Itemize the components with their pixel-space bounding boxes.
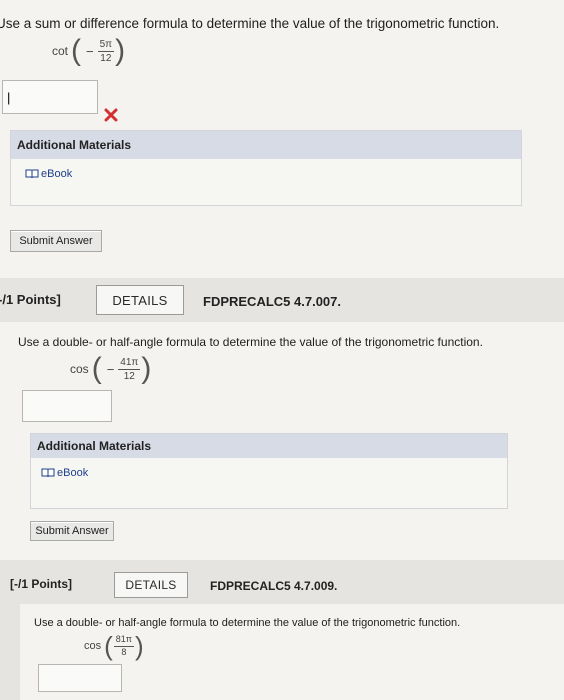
ebook-label: eBook — [41, 168, 73, 180]
question-3-prompt: Use a double- or half-angle formula to d… — [34, 617, 461, 629]
question-2-answer-input[interactable] — [22, 390, 112, 422]
question-3-details-button[interactable]: DETAILS — [114, 572, 188, 598]
question-1-additional-materials: Additional Materials — [10, 130, 522, 206]
fraction: 5π 12 — [97, 38, 115, 64]
numerator: 81π — [113, 634, 135, 647]
left-paren: ( — [71, 34, 82, 67]
question-2-ebook-link[interactable]: eBook — [41, 467, 88, 479]
ebook-label: eBook — [57, 467, 89, 479]
question-3-answer-input[interactable] — [38, 664, 122, 692]
numerator: 5π — [97, 38, 115, 52]
left-paren: ( — [104, 631, 113, 661]
book-icon — [41, 468, 55, 478]
question-1-submit-button[interactable]: Submit Answer — [10, 230, 102, 252]
incorrect-icon — [104, 108, 118, 127]
question-2-details-button[interactable]: DETAILS — [96, 285, 184, 315]
function-name: cot — [52, 44, 69, 58]
right-paren: ) — [115, 34, 126, 67]
question-2-submit-button[interactable]: Submit Answer — [30, 521, 114, 541]
denominator: 8 — [121, 646, 127, 657]
question-3-expression: cos ( 81π 8 ) — [84, 633, 145, 659]
additional-materials-label: Additional Materials — [37, 439, 152, 453]
question-2-expression: cos ( − 41π 12 ) — [70, 354, 152, 384]
function-name: cos — [70, 362, 89, 376]
question-3-code: FDPRECALC5 4.7.009. — [210, 579, 338, 593]
question-2-points: -/1 Points] — [0, 292, 61, 307]
additional-materials-header: Additional Materials — [31, 434, 507, 458]
numerator: 41π — [118, 356, 141, 370]
right-paren: ) — [141, 352, 152, 385]
question-3-points: [-/1 Points] — [10, 577, 72, 591]
additional-materials-header: Additional Materials — [11, 131, 521, 159]
left-paren: ( — [91, 352, 102, 385]
book-icon — [25, 169, 39, 179]
question-2-prompt: Use a double- or half-angle formula to d… — [18, 335, 483, 349]
right-paren: ) — [135, 631, 144, 661]
fraction: 81π 8 — [113, 634, 135, 658]
denominator: 12 — [123, 370, 135, 382]
question-2-additional-materials: Additional Materials — [30, 433, 508, 509]
minus-sign: − — [106, 361, 115, 377]
fraction: 41π 12 — [118, 356, 141, 382]
question-1-answer-input[interactable] — [2, 80, 98, 114]
question-1-ebook-link[interactable]: eBook — [25, 168, 72, 180]
denominator: 12 — [100, 52, 112, 64]
additional-materials-label: Additional Materials — [17, 138, 132, 152]
function-name: cos — [84, 640, 102, 652]
question-1-expression: cot ( − 5π 12 ) — [52, 36, 126, 66]
question-2-code: FDPRECALC5 4.7.007. — [203, 294, 341, 309]
minus-sign: − — [86, 43, 94, 59]
question-1-prompt: Use a sum or difference formula to deter… — [0, 16, 500, 31]
